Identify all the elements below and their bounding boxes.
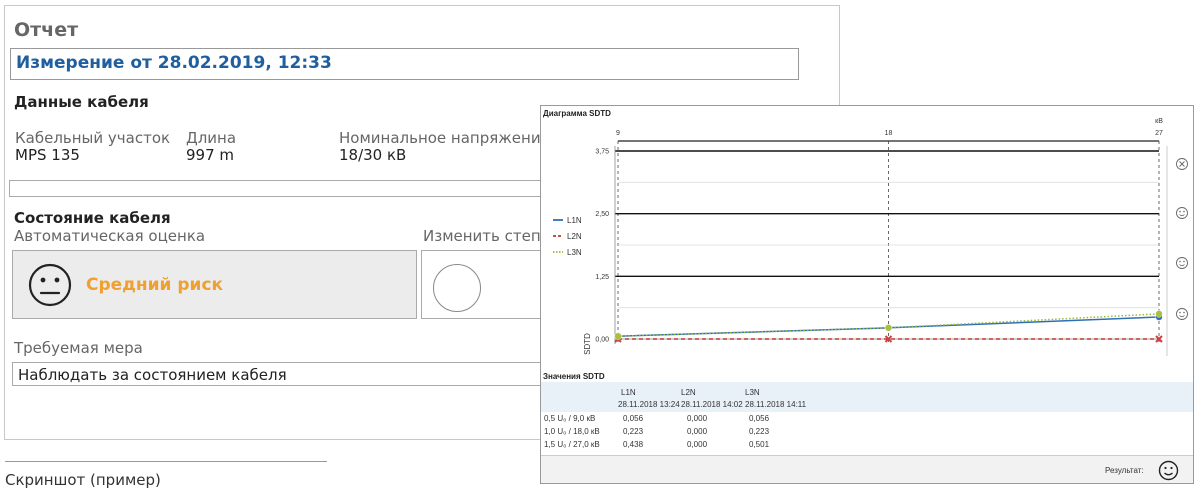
result-smiley-icon [1158,460,1179,481]
col-date-l3n: 28.11.2018 14:11 [745,400,807,409]
cell-l3n: 0,223 [749,427,770,436]
auto-assessment-box: Средний риск [12,250,417,319]
change-degree-label: Изменить степе [423,227,550,245]
data-point-L3N [884,324,893,332]
data-point-L3N [614,332,622,340]
cell-l3n: 0,501 [749,440,770,449]
length-label: Длина [186,129,237,147]
unselected-radio-icon[interactable] [433,264,481,312]
x-tick-label: 9 [616,130,620,137]
caption-divider [5,461,327,462]
screenshot-caption: Скриншот (пример) [5,471,161,488]
required-measure-field[interactable]: Наблюдать за состоянием кабеля [12,362,572,386]
result-footer [541,456,1193,483]
cell-l1n: 0,438 [623,440,644,449]
required-measure-value: Наблюдать за состоянием кабеля [18,366,287,384]
sdtd-chart: 9 18 27 кВ 0,00 1,25 2,50 3,75 SDTD L1N L2N L3N [553,118,1188,356]
col-header-l2n: L2N [681,388,696,397]
eye-dot [1183,311,1185,314]
required-measure-label: Требуемая мера [14,339,143,357]
sdtd-window: Диаграмма SDTD 9 18 27 кВ 0,00 1,25 2,50 3,75 SD… [540,105,1194,484]
nominal-voltage-value: 18/30 кВ [339,146,407,164]
col-date-l1n: 28.11.2018 13:24 [618,400,680,409]
sdtd-values-title: Значения SDTD [543,372,605,381]
measurement-title: Измерение от 28.02.2019, 12:33 [16,53,332,73]
y-tick-label: 1,25 [595,274,609,281]
legend-label: L2N [567,232,582,241]
x-tick-label: 18 [885,130,893,137]
cell-l2n: 0,000 [687,440,708,449]
cable-section-value: MPS 135 [15,146,80,164]
y-tick-label: 2,50 [595,211,609,218]
cable-state-title: Состояние кабеля [14,209,171,227]
measurement-title-box[interactable]: Измерение от 28.02.2019, 12:33 [10,48,799,80]
y-tick-label: 0,00 [595,337,609,344]
eye-dot [1183,210,1185,213]
empty-field[interactable] [9,180,569,197]
eye-dot [1179,210,1181,213]
report-title: Отчет [14,19,79,41]
col-header-l1n: L1N [621,388,636,397]
smiley-icon [1176,308,1188,320]
y-axis-label: SDTD [583,333,592,355]
data-point-L3N [1155,310,1163,318]
cell-l2n: 0,000 [687,414,708,423]
row-label: 0,5 U₀ / 9,0 кВ [544,414,596,423]
legend-label: L1N [567,216,582,225]
cell-l3n: 0,056 [749,414,770,423]
y-tick-label: 3,75 [595,149,609,156]
cable-data-title: Данные кабеля [14,93,149,111]
eye-dot [1179,260,1181,263]
cable-section-label: Кабельный участок [15,129,171,147]
x-tick-label: 27 [1155,130,1163,137]
nominal-voltage-label: Номинальное напряжени [339,129,541,147]
row-label: 1,0 U₀ / 18,0 кВ [544,427,600,436]
length-value: 997 m [186,146,235,164]
legend-label: L3N [567,248,582,257]
cell-l1n: 0,056 [623,414,644,423]
eye-dot [1183,260,1185,263]
neutral-smiley-icon [28,263,72,307]
col-header-l3n: L3N [745,388,760,397]
cell-l2n: 0,000 [687,427,708,436]
smiley-icon [1176,257,1188,269]
eye-dot [1179,311,1181,314]
risk-level: Средний риск [86,275,224,295]
result-label: Результат: [1105,466,1144,475]
smiley-icon [1176,207,1188,219]
x-unit-label: кВ [1155,118,1163,125]
col-date-l2n: 28.11.2018 14:02 [681,400,743,409]
cell-l1n: 0,223 [623,427,644,436]
row-label: 1,5 U₀ / 27,0 кВ [544,440,600,449]
auto-assessment-label: Автоматическая оценка [14,227,206,245]
